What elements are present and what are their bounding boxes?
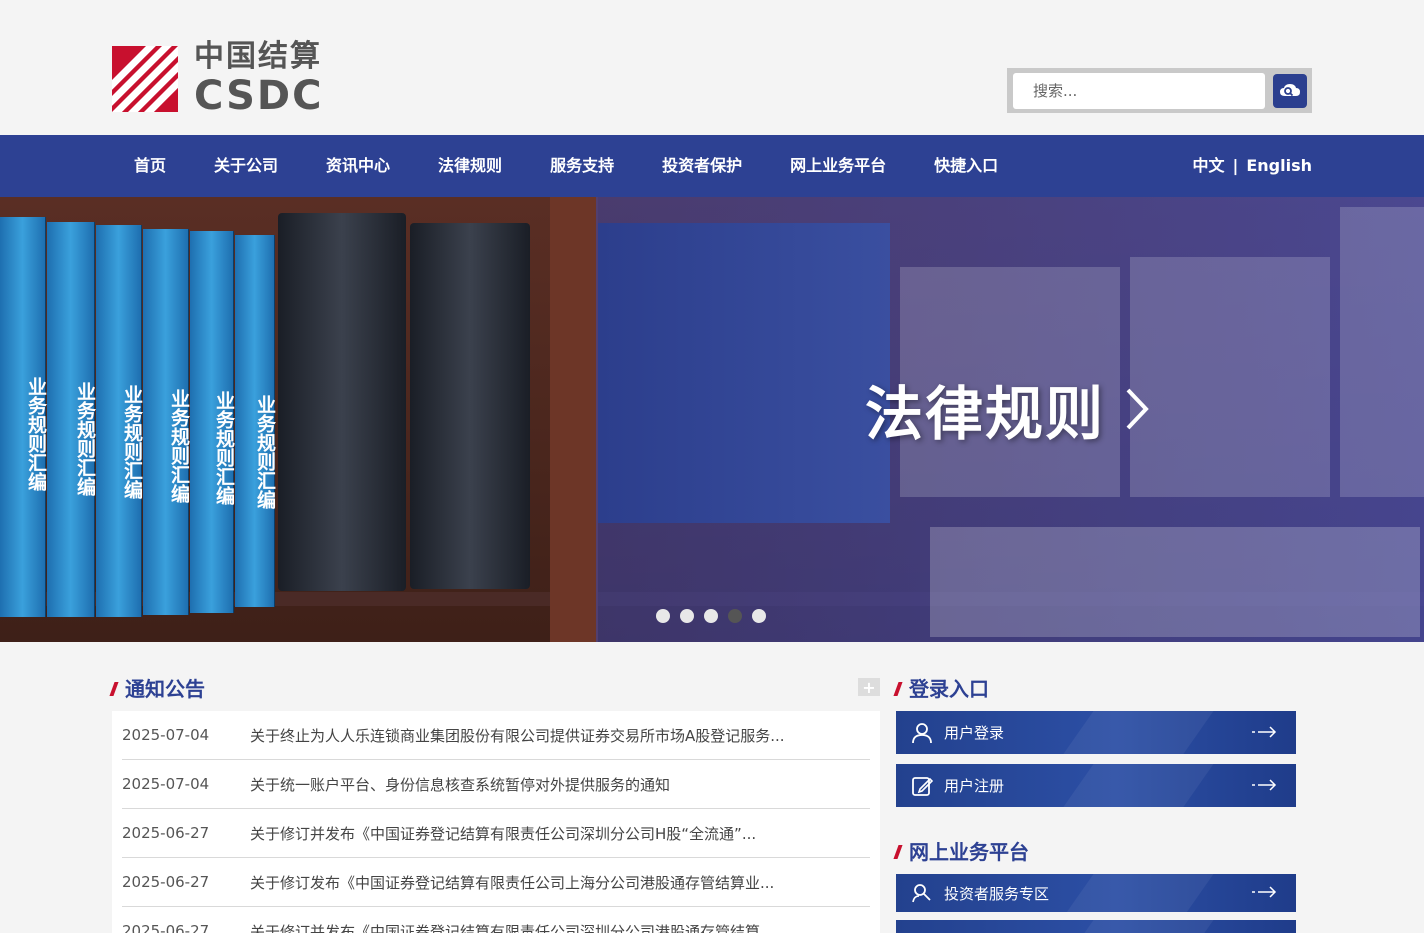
- nav-item-news[interactable]: 资讯中心: [302, 135, 414, 197]
- carousel-dot[interactable]: [656, 609, 670, 623]
- book: 业务规则汇编: [143, 229, 190, 615]
- lang-chinese[interactable]: 中文: [1192, 135, 1224, 197]
- book: 业务规则汇编: [0, 217, 47, 617]
- notice-list: 2025-07-04 关于终止为人人乐连锁商业集团股份有限公司提供证券交易所市场…: [112, 711, 880, 933]
- arrow-right-icon: [1252, 884, 1278, 902]
- user-register-label: 用户注册: [944, 777, 1005, 795]
- notice-link[interactable]: 关于修订并发布《中国证券登记结算有限责任公司深圳分公司港股通存管结算...: [250, 921, 774, 933]
- platform-header: 网上业务平台: [893, 835, 1296, 865]
- nav-item-quick-links[interactable]: 快捷入口: [910, 135, 1022, 197]
- notice-link[interactable]: 关于修订并发布《中国证券登记结算有限责任公司深圳分公司H股“全流通”...: [250, 823, 756, 844]
- search-box: [1007, 68, 1312, 113]
- book: 业务规则汇编: [96, 225, 143, 617]
- notice-title[interactable]: 通知公告: [125, 673, 205, 702]
- logo-cn-text: 中国结算: [194, 39, 322, 74]
- carousel-dot[interactable]: [704, 609, 718, 623]
- more-plus-icon[interactable]: +: [858, 678, 880, 697]
- nav-item-investor-protection[interactable]: 投资者保护: [638, 135, 766, 197]
- notice-date: 2025-06-27: [122, 873, 210, 891]
- carousel-dot[interactable]: [752, 609, 766, 623]
- carousel-dot-active[interactable]: [728, 609, 742, 623]
- platform-title: 网上业务平台: [909, 839, 1029, 864]
- section-mark-icon: [109, 682, 119, 696]
- nav-item-about[interactable]: 关于公司: [190, 135, 302, 197]
- carousel-dot[interactable]: [680, 609, 694, 623]
- book-series: [598, 223, 890, 523]
- nav-item-services[interactable]: 服务支持: [526, 135, 638, 197]
- binder: [278, 213, 406, 591]
- investor-zone-label: 投资者服务专区: [944, 884, 1050, 903]
- site-header: 中国结算 CSDC: [0, 0, 1424, 135]
- csdc-logo[interactable]: 中国结算 CSDC: [112, 42, 323, 116]
- book: 业务规则汇编: [190, 231, 235, 613]
- book-row: [930, 527, 1420, 637]
- search-icon: [1280, 83, 1300, 96]
- login-header: 登录入口: [893, 672, 1296, 702]
- user-login-label: 用户登录: [944, 724, 1005, 742]
- notice-date: 2025-07-04: [122, 726, 210, 744]
- platform-entry-button[interactable]: [896, 920, 1296, 933]
- list-item[interactable]: 2025-06-27 关于修订发布《中国证券登记结算有限责任公司上海分公司港股通…: [122, 858, 870, 907]
- carousel-dots: [656, 609, 766, 623]
- nav-item-home[interactable]: 首页: [110, 135, 190, 197]
- binder: [410, 223, 530, 589]
- main-nav: 首页 关于公司 资讯中心 法律规则 服务支持 投资者保护 网上业务平台 快捷入口…: [0, 135, 1424, 197]
- notice-header: 通知公告 +: [109, 672, 880, 702]
- arrow-right-icon: [1252, 724, 1278, 742]
- book: 业务规则汇编: [47, 222, 96, 617]
- chevron-right-icon: [1126, 388, 1149, 430]
- list-item[interactable]: 2025-07-04 关于终止为人人乐连锁商业集团股份有限公司提供证券交易所市场…: [122, 711, 870, 760]
- book: 业务规则汇编: [235, 235, 276, 607]
- section-mark-icon: [893, 845, 903, 859]
- user-icon: [910, 721, 934, 745]
- nav-item-online-platform[interactable]: 网上业务平台: [766, 135, 910, 197]
- search-button[interactable]: [1273, 73, 1307, 108]
- edit-icon: [910, 774, 934, 798]
- book-row: [1340, 207, 1424, 497]
- book-row: [1130, 257, 1330, 497]
- logo-mark-icon: [112, 46, 178, 112]
- notice-link[interactable]: 关于统一账户平台、身份信息核查系统暂停对外提供服务的通知: [250, 774, 670, 795]
- notice-link[interactable]: 关于修订发布《中国证券登记结算有限责任公司上海分公司港股通存管结算业...: [250, 872, 774, 893]
- investor-search-icon: [910, 881, 934, 905]
- nav-item-rules[interactable]: 法律规则: [414, 135, 526, 197]
- banner-title-link[interactable]: 法律规则: [865, 367, 1149, 451]
- search-input[interactable]: [1013, 72, 1265, 109]
- list-item[interactable]: 2025-07-04 关于统一账户平台、身份信息核查系统暂停对外提供服务的通知: [122, 760, 870, 809]
- notice-link[interactable]: 关于终止为人人乐连锁商业集团股份有限公司提供证券交易所市场A股登记服务...: [250, 725, 785, 746]
- notice-date: 2025-06-27: [122, 824, 210, 842]
- section-mark-icon: [893, 682, 903, 696]
- login-title: 登录入口: [909, 676, 989, 701]
- lang-english[interactable]: English: [1246, 135, 1312, 197]
- list-item[interactable]: 2025-06-27 关于修订并发布《中国证券登记结算有限责任公司深圳分公司港股…: [122, 907, 870, 933]
- investor-zone-button[interactable]: 投资者服务专区: [896, 874, 1296, 912]
- list-item[interactable]: 2025-06-27 关于修订并发布《中国证券登记结算有限责任公司深圳分公司H股…: [122, 809, 870, 858]
- user-register-button[interactable]: 用户注册: [896, 764, 1296, 807]
- lang-separator: |: [1232, 156, 1239, 175]
- banner-title: 法律规则: [865, 380, 1106, 448]
- user-login-button[interactable]: 用户登录: [896, 711, 1296, 754]
- hero-banner: 业务规则汇编 业务规则汇编 业务规则汇编 业务规则汇编 业务规则汇编 业务规则汇…: [0, 197, 1424, 642]
- logo-en-text: CSDC: [194, 73, 324, 119]
- notice-date: 2025-06-27: [122, 922, 210, 933]
- arrow-right-icon: [1252, 777, 1278, 795]
- notice-date: 2025-07-04: [122, 775, 210, 793]
- shelf-divider: [550, 197, 598, 642]
- language-switcher: 中文 | English: [1192, 135, 1312, 197]
